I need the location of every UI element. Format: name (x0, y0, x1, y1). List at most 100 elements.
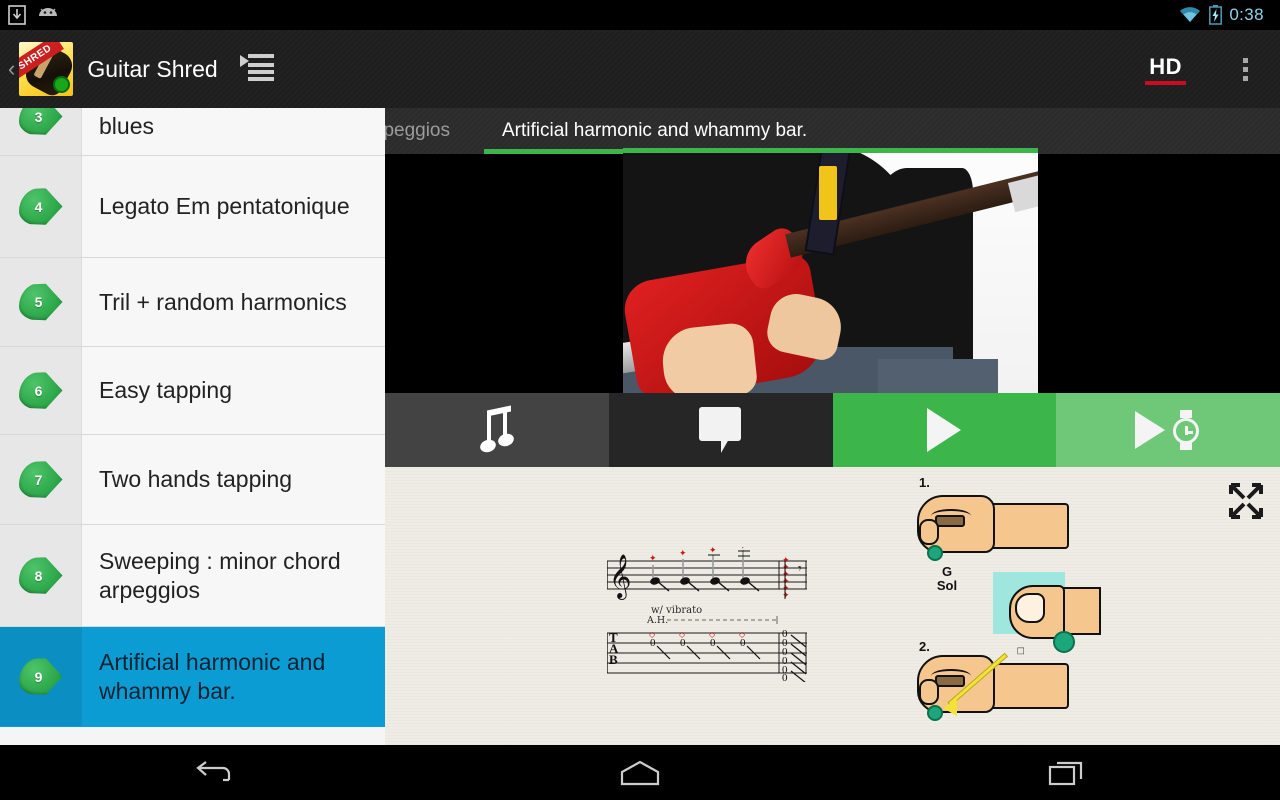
play-icon (1135, 411, 1166, 449)
hd-toggle-button[interactable]: HD (1143, 54, 1188, 85)
comment-button[interactable] (608, 393, 833, 467)
screen: 0:38 ‹ SHRED Guitar Shred HD 3 blues 4 L… (0, 0, 1280, 800)
battery-charging-icon (1209, 5, 1223, 25)
guitar-pick-icon: 4 (18, 188, 63, 225)
pick-number: 8 (34, 567, 43, 584)
guitar-pick-icon: 5 (18, 283, 63, 321)
nav-home-button[interactable] (427, 760, 854, 786)
nav-recents-button[interactable] (853, 758, 1280, 788)
pick-gutter: 4 (0, 156, 82, 257)
pick-gutter: 7 (0, 435, 82, 524)
list-item[interactable]: 7 Two hands tapping (0, 435, 385, 525)
play-icon (927, 408, 962, 452)
guitar-pick-icon: 6 (18, 372, 63, 409)
list-item-label: blues (99, 113, 154, 140)
list-menu-icon[interactable] (239, 54, 274, 84)
svg-text:𝄾: 𝄾 (798, 561, 802, 577)
ah-annotation: A.H. (646, 615, 668, 626)
nav-back-button[interactable] (0, 758, 427, 788)
wifi-icon (1180, 7, 1201, 22)
list-item[interactable]: 6 Easy tapping (0, 347, 385, 435)
video-player-jeans-right (878, 359, 998, 393)
guitar-pick-icon: 3 (18, 108, 63, 135)
main-area: 3 blues 4 Legato Em pentatonique 5 Tril … (0, 108, 1280, 745)
speech-bubble-icon (698, 407, 743, 453)
stopwatch-icon (1171, 410, 1201, 450)
notation-staff: 𝄞 ✦ ✦ ✦ ✦ ✦ ✦ ✦ ✦ ✦ 𝄾 w/ vibrato A.H. T … (606, 541, 817, 684)
svg-text:✦: ✦ (679, 548, 687, 558)
lesson-list-sidebar[interactable]: 3 blues 4 Legato Em pentatonique 5 Tril … (0, 108, 385, 745)
overflow-menu-icon[interactable] (1228, 44, 1262, 94)
svg-text:✦: ✦ (739, 547, 747, 551)
app-icon[interactable]: SHRED (19, 42, 74, 96)
diagram-arrow-head (943, 700, 957, 716)
pick-gutter: 3 (0, 108, 82, 155)
svg-text:✦: ✦ (649, 553, 657, 563)
video-accent-bar (623, 148, 1038, 153)
svg-text:✦: ✦ (709, 547, 717, 555)
list-item-label: Tril + random harmonics (99, 288, 347, 315)
overflow-dot (1242, 75, 1248, 81)
list-item[interactable]: 3 blues (0, 108, 385, 156)
overflow-dot (1242, 66, 1248, 72)
pick-number: 9 (34, 668, 43, 685)
list-menu-line (247, 54, 274, 58)
guitar-pick-icon: 7 (18, 461, 63, 498)
music-note-button[interactable] (385, 393, 609, 467)
list-item-label: Legato Em pentatonique (99, 193, 350, 220)
app-title: Guitar Shred (87, 55, 218, 82)
list-item-label: Easy tapping (99, 377, 232, 404)
svg-text:◇: ◇ (739, 630, 746, 639)
action-bar: ‹ SHRED Guitar Shred HD (0, 30, 1280, 108)
lesson-video-thumbnail[interactable] (623, 148, 1038, 393)
pick-gutter: 9 (0, 627, 82, 726)
action-bar-right: HD (1143, 44, 1280, 94)
android-icon (39, 7, 57, 16)
note-solfege: Sol (936, 578, 958, 594)
play-button[interactable] (832, 393, 1057, 467)
status-bar: 0:38 (0, 0, 1280, 30)
pick-gutter: 6 (0, 347, 82, 434)
play-slow-button[interactable] (1056, 393, 1280, 467)
list-item-label: Two hands tapping (99, 466, 293, 493)
diagram-touch-point (1053, 631, 1075, 653)
diagram-downstroke-mark: □ (1014, 647, 1027, 655)
pick-number: 7 (34, 471, 43, 488)
list-menu-line (247, 77, 274, 81)
note-letter: G (941, 564, 953, 579)
list-item[interactable]: 5 Tril + random harmonics (0, 258, 385, 347)
list-item[interactable]: 8 Sweeping : minor chord arpeggios (0, 525, 385, 627)
svg-text:0: 0 (782, 672, 788, 682)
pick-number: 3 (34, 108, 43, 125)
pick-number: 4 (34, 198, 43, 215)
status-bar-right: 0:38 (1178, 5, 1272, 25)
svg-text:B: B (609, 652, 618, 667)
fullscreen-expand-icon[interactable] (1224, 479, 1268, 523)
pick-gutter: 8 (0, 525, 82, 626)
diagram-hand-fist-1 (917, 495, 1069, 561)
tab-previous-lesson[interactable]: nor chord arpeggios (385, 108, 476, 154)
list-item-selected[interactable]: 9 Artificial harmonic and whammy bar. (0, 627, 385, 727)
overflow-dot (1242, 57, 1248, 63)
svg-text:◇: ◇ (649, 630, 656, 639)
app-icon-play-dot (53, 76, 71, 93)
guitar-pick-icon: 8 (18, 557, 63, 594)
svg-text:✦: ✦ (782, 590, 790, 600)
home-icon (620, 760, 660, 785)
recents-icon (1048, 761, 1082, 785)
tab-score-sheet[interactable]: 𝄞 ✦ ✦ ✦ ✦ ✦ ✦ ✦ ✦ ✦ 𝄾 w/ vibrato A.H. T … (385, 467, 1280, 745)
pick-number: 5 (34, 294, 43, 310)
up-caret-icon[interactable]: ‹ (0, 58, 19, 80)
svg-text:◇: ◇ (679, 630, 686, 639)
lesson-content: nor chord arpeggios Artificial harmonic … (385, 108, 1280, 745)
lesson-action-buttons (385, 393, 1280, 467)
pick-number: 6 (34, 382, 43, 399)
diagram-touch-point (927, 545, 943, 561)
pick-gutter: 5 (0, 258, 82, 346)
staff-svg: 𝄞 ✦ ✦ ✦ ✦ ✦ ✦ ✦ ✦ ✦ 𝄾 w/ vibrato A.H. TA… (606, 541, 807, 684)
list-menu-line (247, 70, 274, 74)
diagram-touch-point (927, 705, 943, 721)
video-guitar-strap-logo (819, 166, 837, 220)
list-item-label: Sweeping : minor chord arpeggios (99, 548, 341, 603)
list-item[interactable]: 4 Legato Em pentatonique (0, 156, 385, 258)
